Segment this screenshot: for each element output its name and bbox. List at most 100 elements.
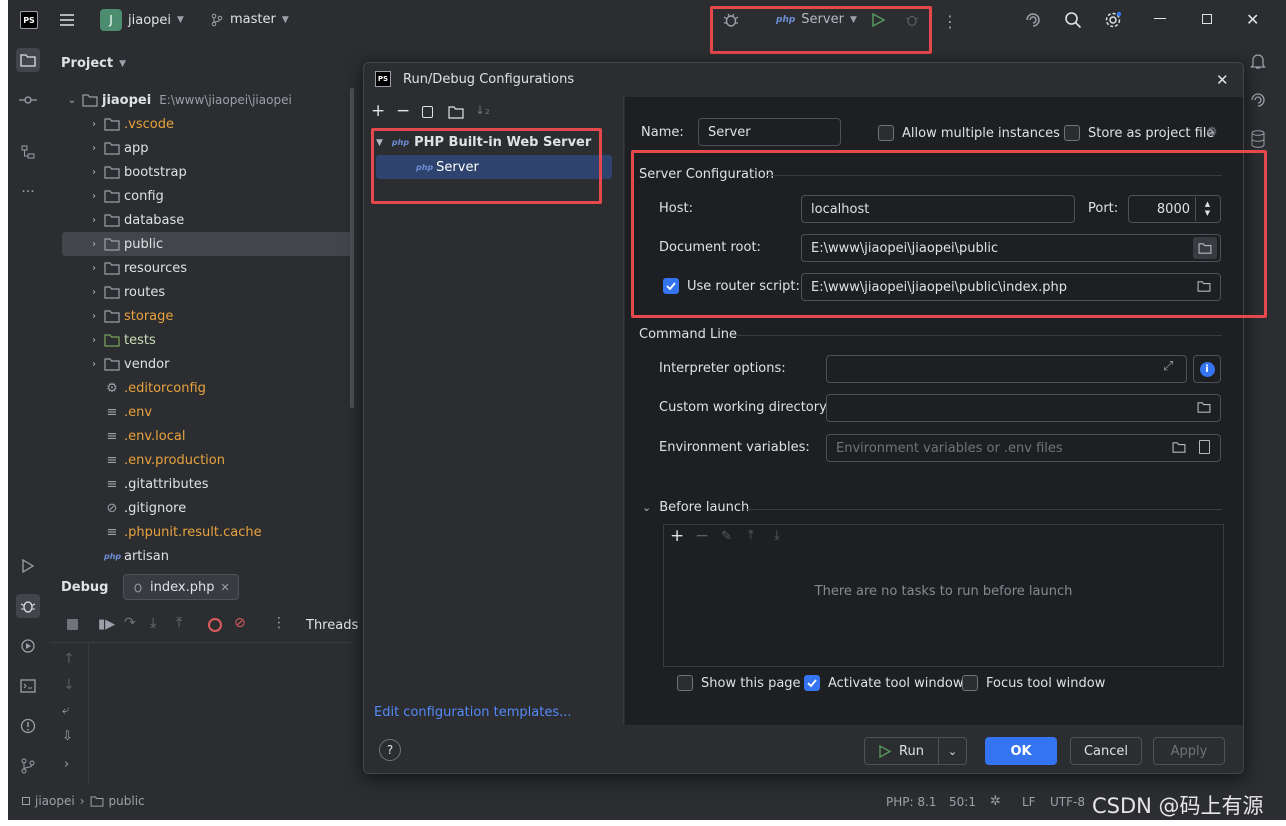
tree-item[interactable]: › app [62,136,354,160]
tree-item[interactable]: › database [62,208,354,232]
remove-config-icon[interactable]: − [396,101,410,121]
tree-item[interactable]: › config [62,184,354,208]
project-switcher[interactable]: J jiaopei ▼ [100,9,184,31]
view-breakpoints-icon[interactable] [208,618,222,632]
tree-item[interactable]: ≡ .env.production [62,448,354,472]
php-version[interactable]: PHP: 8.1 [886,795,936,809]
sort-icon[interactable]: ↓₂ [475,103,490,117]
problems-tool-icon[interactable] [16,714,40,738]
move-down-icon[interactable]: ⤓ [774,528,780,543]
run-button[interactable]: Run [864,737,939,765]
up-arrow-icon[interactable]: ↑ [63,651,75,667]
expand-arrow-icon[interactable]: › [86,143,102,154]
expand-arrow-icon[interactable]: › [86,359,102,370]
tree-item[interactable]: php artisan [62,544,354,568]
line-separator[interactable]: LF [1022,795,1036,809]
debug-tab[interactable]: index.php ✕ [123,574,239,600]
tree-root[interactable]: ⌄ jiaopei E:\www\jiaopei\jiaopei [64,88,356,112]
project-scrollbar[interactable] [350,88,354,408]
maximize-icon[interactable] [1202,14,1212,24]
expand-arrow-icon[interactable]: › [86,119,102,130]
expand-arrow-icon[interactable]: › [86,287,102,298]
search-icon[interactable] [1064,11,1082,29]
ai-assistant-icon[interactable] [1024,11,1042,29]
tree-item[interactable]: › tests [62,328,354,352]
expand-arrow-icon[interactable]: › [86,215,102,226]
tree-item[interactable]: › .vscode [62,112,354,136]
tree-item[interactable]: › resources [62,256,354,280]
git-tool-icon[interactable] [16,754,40,778]
browse-folder-icon[interactable] [1197,402,1211,413]
tree-item[interactable]: ≡ .gitattributes [62,472,354,496]
step-over-icon[interactable]: ↷ [124,615,136,631]
store-as-file-checkbox[interactable] [1064,125,1080,141]
notifications-icon[interactable] [1250,52,1266,70]
info-icon[interactable]: i [1193,355,1221,383]
move-up-icon[interactable]: ⤒ [748,528,754,543]
more-tools-icon[interactable]: ··· [16,180,40,204]
edit-templates-link[interactable]: Edit configuration templates... [374,705,572,720]
help-button[interactable]: ? [379,739,401,761]
tree-item[interactable]: › public [62,232,354,256]
cancel-button[interactable]: Cancel [1070,737,1142,765]
edit-document-icon[interactable] [1199,440,1210,454]
close-window-icon[interactable]: ✕ [1246,10,1259,29]
stop-icon[interactable] [67,619,78,630]
edit-task-icon[interactable]: ✎ [721,529,732,544]
file-encoding[interactable]: UTF-8 [1050,795,1085,809]
browse-folder-icon[interactable] [1172,442,1186,453]
down-arrow-icon[interactable]: ↓ [63,677,75,693]
structure-tool-icon[interactable] [16,140,40,164]
allow-multiple-checkbox[interactable] [878,125,894,141]
tree-item[interactable]: › vendor [62,352,354,376]
remove-task-icon[interactable]: − [695,526,709,546]
tree-item[interactable]: ≡ .env [62,400,354,424]
expand-arrow-icon[interactable]: › [86,263,102,274]
step-into-icon[interactable]: ⤓ [150,615,156,631]
caret-position[interactable]: 50:1 [949,795,976,809]
resume-icon[interactable]: ▮▶ [98,617,115,632]
close-tab-icon[interactable]: ✕ [220,581,229,594]
add-task-icon[interactable]: + [670,526,684,546]
apply-button[interactable]: Apply [1153,737,1225,765]
env-input[interactable]: Environment variables or .env files [826,434,1221,462]
threads-label[interactable]: Threads [306,618,358,633]
minimize-icon[interactable] [1154,18,1166,19]
more-vertical-icon[interactable]: ⋮ [942,12,958,31]
debug-tool-icon[interactable] [16,594,40,618]
before-launch-toggle[interactable]: ⌄ Before launch [642,500,749,515]
focus-tool-checkbox[interactable] [962,675,978,691]
cwd-input[interactable] [826,394,1221,422]
move-to-folder-icon[interactable] [448,106,464,119]
debug-status-icon[interactable]: ✲ [990,794,1001,809]
tree-item[interactable]: ⊘ .gitignore [62,496,354,520]
project-panel-header[interactable]: Project ▼ [61,56,126,71]
commit-tool-icon[interactable] [16,88,40,112]
add-config-icon[interactable]: + [371,101,385,121]
run-tool-icon[interactable] [16,554,40,578]
name-input[interactable]: Server [698,118,841,146]
terminal-tool-icon[interactable] [16,674,40,698]
expand-arrow-icon[interactable]: › [86,335,102,346]
settings-gear-icon[interactable] [1104,11,1122,29]
show-page-checkbox[interactable] [677,675,693,691]
expand-arrow-icon[interactable]: › [86,311,102,322]
status-breadcrumb[interactable]: jiaopei › public [22,794,145,808]
tree-item[interactable]: ≡ .env.local [62,424,354,448]
more-vertical-icon[interactable]: ⋮ [272,615,286,631]
scroll-end-icon[interactable]: ⇩ [62,729,73,744]
main-menu-icon[interactable] [58,11,76,29]
tree-item[interactable]: ⚙ .editorconfig [62,376,354,400]
ai-chat-icon[interactable] [1250,92,1268,108]
tree-item[interactable]: › storage [62,304,354,328]
expand-arrow-icon[interactable]: › [86,167,102,178]
settings-gear-icon[interactable]: ⚙ [1206,125,1218,140]
activate-tool-checkbox[interactable] [804,675,820,691]
expand-icon[interactable]: › [64,757,69,772]
expand-arrow-icon[interactable]: › [86,191,102,202]
dialog-close-icon[interactable]: ✕ [1216,71,1229,89]
step-out-icon[interactable]: ⤒ [176,615,182,631]
services-tool-icon[interactable] [16,634,40,658]
database-icon[interactable] [1251,130,1265,148]
branch-switcher[interactable]: master ▼ [210,12,289,27]
